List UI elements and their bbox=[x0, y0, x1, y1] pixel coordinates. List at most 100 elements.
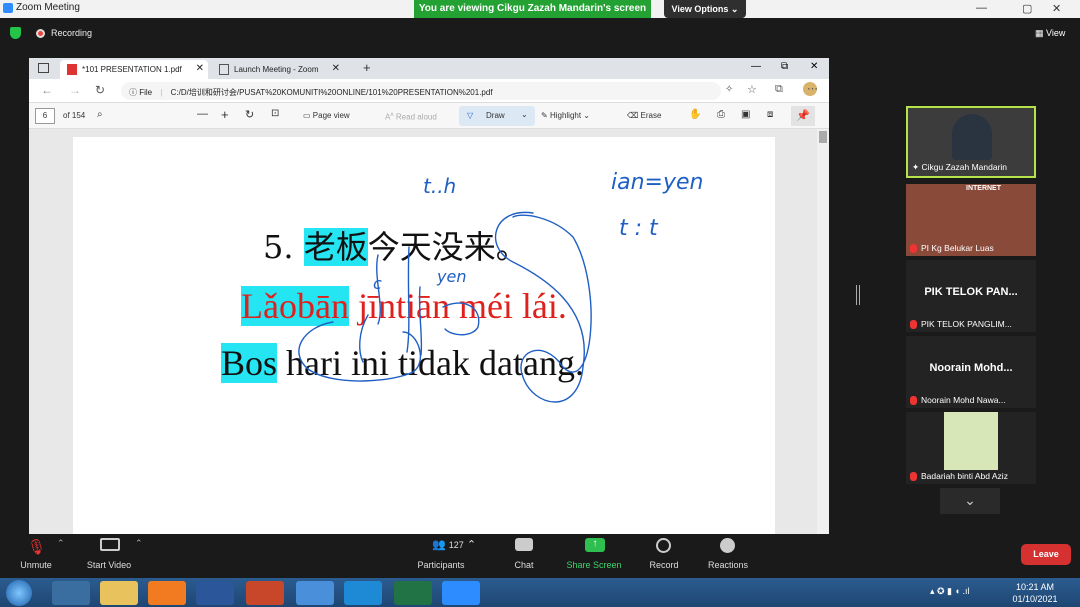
tray-icons[interactable]: ▴ ✪ ▮ ◖ .ıl bbox=[930, 586, 969, 597]
participant-tile[interactable]: Noorain Mohd... Noorain Mohd Nawa... bbox=[906, 336, 1036, 408]
tab-close-icon[interactable]: ✕ bbox=[196, 63, 204, 74]
chat-icon[interactable] bbox=[515, 538, 533, 551]
chrome-icon[interactable] bbox=[296, 581, 334, 605]
taskbar-clock[interactable]: 10:21 AM 01/10/2021 bbox=[1005, 581, 1065, 605]
unmute-button[interactable]: Unmute bbox=[0, 560, 76, 570]
clock-date: 01/10/2021 bbox=[1012, 594, 1058, 604]
share-screen-icon[interactable]: ↑ bbox=[585, 538, 605, 552]
excel-icon[interactable] bbox=[394, 581, 432, 605]
page-view-label: Page view bbox=[312, 111, 350, 120]
media-player-icon[interactable] bbox=[148, 581, 186, 605]
forward-icon[interactable]: → bbox=[69, 83, 81, 97]
page-view-button[interactable]: ▭ Page view bbox=[303, 111, 350, 120]
view-button[interactable]: ▦ View bbox=[1035, 28, 1065, 39]
search-icon[interactable]: ⌕ bbox=[97, 109, 103, 120]
word-icon[interactable] bbox=[196, 581, 234, 605]
tab-label: Launch Meeting - Zoom bbox=[234, 65, 319, 74]
read-mode-icon[interactable]: ✧ bbox=[725, 84, 733, 95]
highlight-label: Highlight bbox=[549, 111, 582, 120]
ink-text-ian-yen: ian=yen bbox=[611, 170, 703, 195]
participant-tile[interactable]: PIK TELOK PAN... PIK TELOK PANGLIM... bbox=[906, 260, 1036, 332]
zoom-taskbar-icon[interactable] bbox=[442, 581, 480, 605]
pdf-page: 5. 老板今天没来。 Lǎobān jīntiān méi lái. Bos h… bbox=[73, 137, 775, 534]
chevron-up-icon[interactable]: ⌃ bbox=[135, 538, 143, 549]
shared-browser-window: *101 PRESENTATION 1.pdf ✕ Launch Meeting… bbox=[29, 58, 829, 534]
ink-stroke bbox=[406, 246, 410, 353]
participant-tile[interactable]: ✦ Cikgu Zazah Mandarin bbox=[906, 106, 1036, 178]
chevron-up-icon[interactable]: ⌃ bbox=[57, 538, 65, 549]
url-text: C:/D/培训和研讨会/PUSAT%20KOMUNITI%20ONLINE/10… bbox=[170, 88, 493, 97]
tab-close-icon[interactable]: ✕ bbox=[332, 63, 340, 74]
tab-zoom-launch[interactable]: Launch Meeting - Zoom ✕ bbox=[212, 60, 344, 79]
viewing-screen-banner: You are viewing Cikgu Zazah Mandarin's s… bbox=[414, 0, 651, 18]
ink-stroke bbox=[494, 211, 592, 403]
restore-icon[interactable]: ⧉ bbox=[781, 61, 788, 72]
read-aloud-button[interactable]: Aʌ Read aloud bbox=[385, 111, 437, 122]
start-video-button[interactable]: Start Video bbox=[69, 560, 149, 570]
page-number-input[interactable]: 6 bbox=[35, 108, 55, 124]
mic-muted-icon bbox=[910, 472, 917, 481]
view-options-button[interactable]: View Options ⌄ bbox=[664, 0, 746, 18]
chevron-down-icon[interactable]: ⌄ bbox=[940, 488, 1000, 514]
leave-button[interactable]: Leave bbox=[1021, 544, 1071, 565]
ink-text-yen: yen bbox=[436, 267, 466, 286]
participant-name: Noorain Mohd Nawa... bbox=[910, 395, 1006, 405]
refresh-icon[interactable]: ↻ bbox=[95, 83, 105, 97]
internet-explorer-icon[interactable] bbox=[52, 581, 90, 605]
mic-muted-icon[interactable]: 🎙 bbox=[27, 538, 46, 556]
reactions-icon[interactable] bbox=[720, 538, 735, 553]
tab-actions-icon[interactable] bbox=[38, 63, 49, 73]
panel-splitter-handle[interactable] bbox=[856, 285, 860, 305]
erase-button[interactable]: ⌫ Erase bbox=[627, 111, 661, 120]
video-off-icon[interactable] bbox=[100, 538, 120, 551]
participant-tile[interactable]: Badariah binti Abd Aziz bbox=[906, 412, 1036, 484]
close-icon[interactable]: ✕ bbox=[1052, 2, 1061, 15]
chevron-down-icon[interactable]: ⌄ bbox=[521, 110, 528, 119]
start-button-icon[interactable] bbox=[6, 580, 32, 606]
tab-pdf[interactable]: *101 PRESENTATION 1.pdf ✕ bbox=[60, 60, 208, 79]
more-menu-icon[interactable]: ⋯ bbox=[807, 82, 818, 95]
url-bar[interactable]: ⓘ File | C:/D/培训和研讨会/PUSAT%20KOMUNITI%20… bbox=[121, 82, 721, 100]
file-explorer-icon[interactable] bbox=[100, 581, 138, 605]
new-tab-icon[interactable]: + bbox=[363, 60, 371, 75]
participants-icon[interactable]: 👥 127 ⌃ bbox=[432, 538, 476, 551]
close-icon[interactable]: ✕ bbox=[810, 61, 818, 72]
collections-icon[interactable]: ⧉ bbox=[775, 83, 783, 96]
ink-text-th: t..h bbox=[423, 174, 456, 198]
participant-count: 127 bbox=[448, 540, 464, 550]
edge-icon[interactable] bbox=[344, 581, 382, 605]
highlight-button[interactable]: ✎ Highlight ⌄ bbox=[541, 111, 590, 120]
participant-tile[interactable]: INTERNET PI Kg Belukar Luas bbox=[906, 184, 1036, 256]
scroll-thumb[interactable] bbox=[819, 131, 827, 143]
reactions-button[interactable]: Reactions bbox=[688, 560, 768, 570]
back-icon[interactable]: ← bbox=[41, 83, 53, 97]
ink-stroke bbox=[442, 302, 480, 336]
participants-button[interactable]: Participants bbox=[401, 560, 481, 570]
chat-button[interactable]: Chat bbox=[484, 560, 564, 570]
meeting-status-row: Recording ▦ View bbox=[0, 22, 1080, 44]
pin-icon[interactable]: 📌 bbox=[791, 106, 815, 126]
draw-button[interactable]: ▽ Draw ⌄ bbox=[459, 106, 535, 126]
touch-icon[interactable]: ✋ bbox=[689, 109, 701, 120]
print-icon[interactable]: ⎙ bbox=[717, 109, 725, 120]
share-screen-button[interactable]: Share Screen bbox=[554, 560, 634, 570]
zoom-out-icon[interactable]: — bbox=[197, 108, 208, 120]
file-label: File bbox=[139, 88, 153, 97]
zoom-in-icon[interactable]: + bbox=[221, 107, 229, 122]
address-bar-row: ← → ↻ ⓘ File | C:/D/培训和研讨会/PUSAT%20KOMUN… bbox=[29, 79, 829, 103]
zoom-app-icon bbox=[3, 3, 13, 13]
powerpoint-icon[interactable] bbox=[246, 581, 284, 605]
pdf-toolbar: 6 of 154 ⌕ — + ↻ ⊡ ▭ Page view Aʌ Read a… bbox=[29, 103, 829, 129]
shield-icon[interactable] bbox=[10, 27, 21, 39]
ink-stroke bbox=[418, 286, 423, 356]
record-icon[interactable] bbox=[656, 538, 671, 553]
maximize-icon[interactable]: ▢ bbox=[1022, 2, 1032, 15]
minimize-icon[interactable]: — bbox=[751, 61, 761, 72]
fit-page-icon[interactable]: ⊡ bbox=[271, 108, 279, 119]
rotate-icon[interactable]: ↻ bbox=[245, 108, 254, 121]
save-as-icon[interactable]: ⧈ bbox=[767, 109, 773, 120]
pdf-scrollbar[interactable] bbox=[817, 129, 829, 534]
favorite-icon[interactable]: ☆ bbox=[747, 83, 757, 96]
minimize-icon[interactable]: — bbox=[976, 2, 987, 14]
save-icon[interactable]: ▣ bbox=[741, 109, 750, 120]
